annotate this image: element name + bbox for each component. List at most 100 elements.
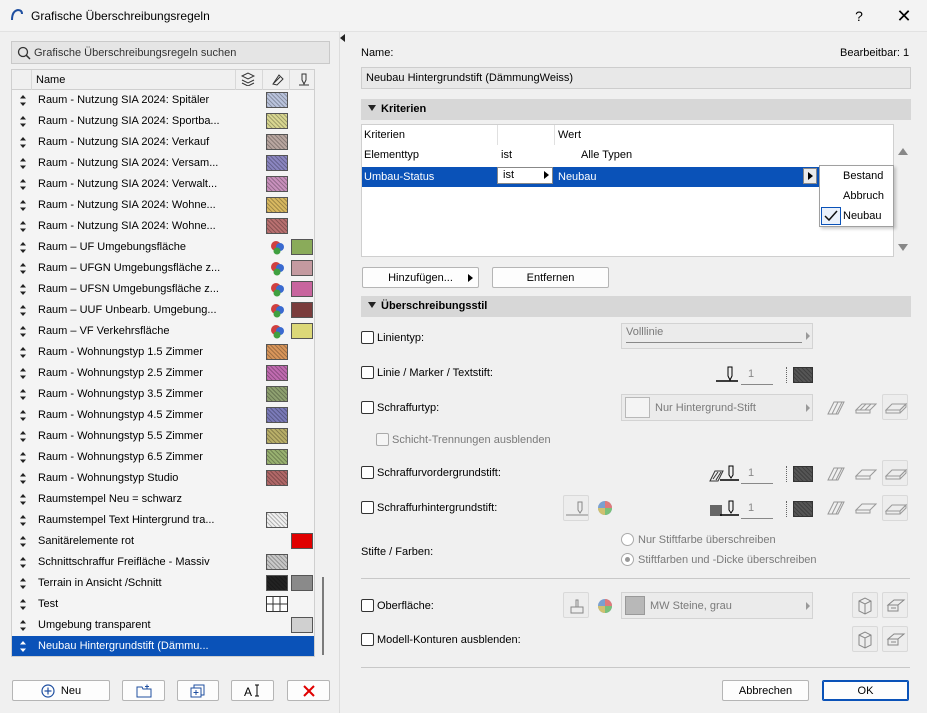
- delete-button[interactable]: [287, 680, 330, 701]
- drag-handle-icon[interactable]: [19, 263, 27, 274]
- help-button[interactable]: ?: [846, 5, 872, 27]
- hatch-plan-icon[interactable]: [855, 500, 877, 516]
- drag-handle-icon[interactable]: [19, 116, 27, 127]
- hatch-type-checkbox[interactable]: [361, 401, 374, 414]
- drag-handle-icon[interactable]: [19, 599, 27, 610]
- list-scrollbar-thumb[interactable]: [322, 577, 324, 655]
- drag-handle-icon[interactable]: [19, 578, 27, 589]
- hatch-2d-icon[interactable]: [826, 500, 846, 516]
- drag-handle-icon[interactable]: [19, 431, 27, 442]
- drag-handle-icon[interactable]: [19, 389, 27, 400]
- hatch-2d-icon[interactable]: [826, 400, 846, 416]
- line-marker-checkbox[interactable]: [361, 366, 374, 379]
- pen-column-icon[interactable]: [297, 72, 311, 86]
- list-item[interactable]: Raum – VF Verkehrsfläche: [12, 321, 314, 342]
- remove-criteria-button[interactable]: Entfernen: [492, 267, 609, 288]
- list-item[interactable]: Raum - Wohnungstyp 2.5 Zimmer: [12, 363, 314, 384]
- surface-checkbox[interactable]: [361, 599, 374, 612]
- surface-3d-button[interactable]: [852, 592, 878, 618]
- criteria-table[interactable]: Kriterien Wert Elementtyp ist Alle Typen…: [361, 124, 894, 257]
- list-item[interactable]: Raum - Nutzung SIA 2024: Verkauf: [12, 132, 314, 153]
- drag-handle-icon[interactable]: [19, 410, 27, 421]
- ok-button[interactable]: OK: [822, 680, 909, 701]
- list-item[interactable]: Raum - Wohnungstyp 4.5 Zimmer: [12, 405, 314, 426]
- dropdown-option-abbruch[interactable]: Abbruch: [843, 190, 884, 202]
- drag-handle-icon[interactable]: [19, 95, 27, 106]
- drag-handle-icon[interactable]: [19, 284, 27, 295]
- radio-pen-color-thickness[interactable]: [621, 553, 634, 566]
- hatch-bg-pen-button[interactable]: [563, 495, 589, 521]
- drag-handle-icon[interactable]: [19, 620, 27, 631]
- drag-handle-icon[interactable]: [19, 326, 27, 337]
- list-item[interactable]: Raumstempel Neu = schwarz: [12, 489, 314, 510]
- dropdown-option-neubau[interactable]: Neubau: [843, 210, 882, 222]
- drag-handle-icon[interactable]: [19, 641, 27, 652]
- list-item[interactable]: Sanitärelemente rot: [12, 531, 314, 552]
- drag-handle-icon[interactable]: [19, 347, 27, 358]
- surface-section-button[interactable]: [882, 592, 908, 618]
- fill-column-icon[interactable]: [271, 72, 285, 86]
- drag-handle-icon[interactable]: [19, 158, 27, 169]
- list-item[interactable]: Raum – UFGN Umgebungsfläche z...: [12, 258, 314, 279]
- style-section-header[interactable]: Überschreibungsstil: [361, 296, 911, 317]
- drag-handle-icon[interactable]: [19, 557, 27, 568]
- list-item[interactable]: Raum - Nutzung SIA 2024: Wohne...: [12, 216, 314, 237]
- list-item[interactable]: Raum – UFSN Umgebungsfläche z...: [12, 279, 314, 300]
- list-item-selected[interactable]: Neubau Hintergrundstift (Dämmu...: [12, 636, 314, 656]
- color-wheel-icon[interactable]: [597, 500, 613, 516]
- list-item[interactable]: Raum - Nutzung SIA 2024: Spitäler: [12, 90, 314, 111]
- hatch-3d-button[interactable]: [882, 394, 908, 420]
- contours-section-button[interactable]: [882, 626, 908, 652]
- list-item[interactable]: Raum - Wohnungstyp 3.5 Zimmer: [12, 384, 314, 405]
- list-item[interactable]: Raum – UF Umgebungsfläche: [12, 237, 314, 258]
- drag-handle-icon[interactable]: [19, 179, 27, 190]
- hatch-bg-color-swatch[interactable]: [793, 501, 813, 517]
- line-type-checkbox[interactable]: [361, 331, 374, 344]
- list-item[interactable]: Raum – UUF Unbearb. Umgebung...: [12, 300, 314, 321]
- rename-button[interactable]: A: [231, 680, 274, 701]
- hatch-fg-3d-button[interactable]: [882, 460, 908, 486]
- hatch-fg-checkbox[interactable]: [361, 466, 374, 479]
- criteria-row[interactable]: Elementtyp ist Alle Typen: [362, 145, 893, 166]
- drag-handle-icon[interactable]: [19, 221, 27, 232]
- hide-layer-separators-checkbox[interactable]: [376, 433, 389, 446]
- add-criteria-button[interactable]: Hinzufügen...: [362, 267, 479, 288]
- list-item[interactable]: Raum - Nutzung SIA 2024: Sportba...: [12, 111, 314, 132]
- list-scrollbar[interactable]: [318, 90, 326, 656]
- hatch-2d-icon[interactable]: [826, 466, 846, 482]
- drag-handle-icon[interactable]: [19, 452, 27, 463]
- list-item[interactable]: Terrain in Ansicht /Schnitt: [12, 573, 314, 594]
- surface-brush-button[interactable]: [563, 592, 589, 618]
- drag-handle-icon[interactable]: [19, 200, 27, 211]
- drag-handle-icon[interactable]: [19, 305, 27, 316]
- hatch-plan-icon[interactable]: [855, 466, 877, 482]
- hatch-bg-3d-button[interactable]: [882, 495, 908, 521]
- hatch-plan-icon[interactable]: [855, 400, 877, 416]
- list-item[interactable]: Raum - Wohnungstyp 6.5 Zimmer: [12, 447, 314, 468]
- drag-handle-icon[interactable]: [19, 515, 27, 526]
- list-item[interactable]: Test: [12, 594, 314, 615]
- drag-handle-icon[interactable]: [19, 473, 27, 484]
- hide-contours-checkbox[interactable]: [361, 633, 374, 646]
- radio-pen-color-only[interactable]: [621, 533, 634, 546]
- list-item[interactable]: Raum - Wohnungstyp Studio: [12, 468, 314, 489]
- hatch-bg-checkbox[interactable]: [361, 501, 374, 514]
- panel-splitter[interactable]: [339, 32, 347, 713]
- contours-3d-button[interactable]: [852, 626, 878, 652]
- drag-handle-icon[interactable]: [19, 536, 27, 547]
- dropdown-option-bestand[interactable]: Bestand: [843, 170, 883, 182]
- drag-handle-icon[interactable]: [19, 242, 27, 253]
- drag-handle-icon[interactable]: [19, 137, 27, 148]
- drag-handle-icon[interactable]: [19, 368, 27, 379]
- color-wheel-icon[interactable]: [597, 598, 613, 614]
- cancel-button[interactable]: Abbrechen: [722, 680, 809, 701]
- line-pen-number[interactable]: 1: [741, 365, 773, 385]
- rules-list[interactable]: Name Raum - Nutzung SIA 2024: Spitäler Ra…: [11, 69, 315, 657]
- hatch-bg-pen-number[interactable]: 1: [741, 499, 773, 519]
- list-item[interactable]: Schnittschraffur Freifläche - Massiv: [12, 552, 314, 573]
- list-item[interactable]: Raum - Wohnungstyp 1.5 Zimmer: [12, 342, 314, 363]
- new-rule-button[interactable]: Neu: [12, 680, 110, 701]
- list-item[interactable]: Raum - Nutzung SIA 2024: Verwalt...: [12, 174, 314, 195]
- new-folder-button[interactable]: [122, 680, 165, 701]
- list-item[interactable]: Umgebung transparent: [12, 615, 314, 636]
